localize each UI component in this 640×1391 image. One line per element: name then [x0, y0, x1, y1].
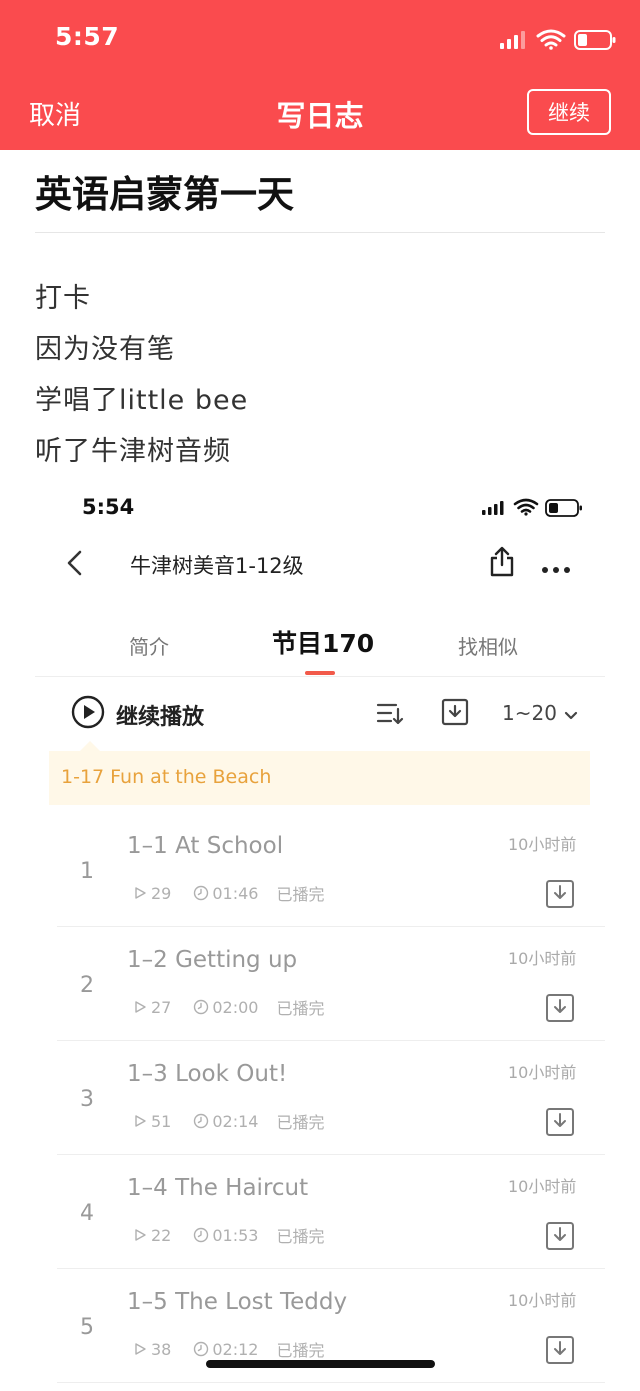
row-divider — [57, 926, 605, 927]
episode-title[interactable]: 1–5 The Lost Teddy — [127, 1289, 347, 1315]
episode-time-ago: 10小时前 — [508, 1063, 577, 1082]
episode-number: 3 — [80, 1087, 94, 1112]
episode-duration: 02:14 — [212, 1111, 259, 1131]
download-icon[interactable] — [441, 698, 469, 732]
download-icon[interactable] — [545, 1221, 575, 1255]
play-circle-icon[interactable] — [70, 694, 110, 734]
play-count-icon — [135, 887, 146, 899]
row-divider — [57, 1040, 605, 1041]
episode-duration: 01:53 — [212, 1225, 259, 1245]
diary-line[interactable]: 学唱了little bee — [35, 378, 248, 417]
episode-title[interactable]: 1–2 Getting up — [127, 947, 297, 973]
diary-title[interactable]: 英语启蒙第一天 — [35, 164, 294, 218]
continue-play-button[interactable]: 继续播放 — [116, 699, 204, 731]
share-icon[interactable] — [487, 546, 517, 582]
episode-meta: 38 02:12 已播完 — [133, 1337, 324, 1361]
clock-icon — [194, 1113, 209, 1129]
wifi-icon — [513, 498, 539, 516]
episode-status: 已播完 — [276, 885, 325, 904]
embedded-status-icons — [480, 498, 586, 522]
tab-episodes[interactable]: 节目170 — [272, 624, 374, 660]
play-count: 51 — [151, 1111, 172, 1131]
tab-indicator — [305, 671, 335, 675]
episode-title[interactable]: 1–3 Look Out! — [127, 1061, 287, 1087]
play-count-icon — [135, 1001, 146, 1013]
continue-button[interactable]: 继续 — [527, 89, 611, 135]
episode-row[interactable]: 3 1–3 Look Out! 10小时前 51 02:14 已播完 — [0, 1049, 640, 1163]
album-title: 牛津树美音1-12级 — [130, 554, 304, 578]
last-played-text[interactable]: 1-17 Fun at the Beach — [61, 766, 271, 788]
episode-row[interactable]: 4 1–4 The Haircut 10小时前 22 01:53 已播完 — [0, 1163, 640, 1277]
play-count-icon — [135, 1115, 146, 1127]
more-icon[interactable] — [541, 559, 571, 578]
clock-icon — [194, 1227, 209, 1243]
clock-icon — [194, 885, 209, 901]
episode-number: 1 — [80, 859, 94, 884]
clock-icon — [194, 1341, 209, 1357]
diary-line[interactable]: 听了牛津树音频 — [35, 429, 231, 468]
battery-icon — [545, 499, 582, 517]
episode-number: 4 — [80, 1201, 94, 1226]
title-divider — [35, 232, 605, 233]
row-divider — [57, 1382, 605, 1383]
episode-row[interactable]: 2 1–2 Getting up 10小时前 27 02:00 已播完 — [0, 935, 640, 1049]
episode-title[interactable]: 1–4 The Haircut — [127, 1175, 308, 1201]
status-icons — [498, 28, 618, 50]
play-count-icon — [135, 1229, 146, 1241]
episode-meta: 29 01:46 已播完 — [133, 881, 324, 905]
episode-duration: 01:46 — [212, 883, 259, 903]
episode-time-ago: 10小时前 — [508, 835, 577, 854]
banner-pointer — [80, 741, 100, 751]
episode-number: 2 — [80, 973, 94, 998]
download-icon[interactable] — [545, 879, 575, 913]
episode-duration: 02:00 — [212, 997, 259, 1017]
diary-line[interactable]: 因为没有笔 — [35, 327, 175, 366]
battery-icon — [574, 30, 616, 50]
episode-time-ago: 10小时前 — [508, 1291, 577, 1310]
episode-time-ago: 10小时前 — [508, 949, 577, 968]
sort-icon[interactable] — [376, 701, 406, 731]
tab-intro[interactable]: 简介 — [129, 631, 169, 660]
row-divider — [57, 1154, 605, 1155]
status-time: 5:57 — [55, 22, 120, 51]
episode-meta: 22 01:53 已播完 — [133, 1223, 324, 1247]
episode-status: 已播完 — [276, 1227, 325, 1246]
clock-icon — [194, 999, 209, 1015]
chevron-down-icon[interactable] — [564, 706, 578, 725]
wifi-icon — [536, 29, 566, 50]
episode-title[interactable]: 1–1 At School — [127, 833, 283, 859]
download-icon[interactable] — [545, 1107, 575, 1141]
download-icon[interactable] — [545, 993, 575, 1027]
episode-number: 5 — [80, 1315, 94, 1340]
play-count: 38 — [151, 1339, 172, 1359]
play-count-icon — [135, 1343, 146, 1355]
play-count: 27 — [151, 997, 172, 1017]
episode-status: 已播完 — [276, 1341, 325, 1360]
episode-row[interactable]: 1 1–1 At School 10小时前 29 01:46 已播完 — [0, 821, 640, 935]
row-divider — [57, 1268, 605, 1269]
episode-meta: 27 02:00 已播完 — [133, 995, 324, 1019]
home-indicator — [206, 1360, 435, 1368]
play-count: 29 — [151, 883, 172, 903]
download-icon[interactable] — [545, 1335, 575, 1369]
tab-divider — [35, 676, 605, 677]
episode-row[interactable]: 5 1–5 The Lost Teddy 10小时前 38 02:12 已播完 — [0, 1277, 640, 1391]
tab-similar[interactable]: 找相似 — [458, 631, 518, 660]
app-header: 5:57 取消 写日志 继续 — [0, 0, 640, 150]
episode-status: 已播完 — [276, 1113, 325, 1132]
diary-line[interactable]: 打卡 — [35, 276, 91, 315]
episode-time-ago: 10小时前 — [508, 1177, 577, 1196]
signal-icon — [500, 31, 525, 49]
episode-status: 已播完 — [276, 999, 325, 1018]
signal-icon — [482, 501, 504, 515]
episode-duration: 02:12 — [212, 1339, 259, 1359]
back-arrow-icon[interactable] — [64, 549, 86, 581]
play-count: 22 — [151, 1225, 172, 1245]
range-select[interactable]: 1~20 — [502, 701, 557, 725]
episode-meta: 51 02:14 已播完 — [133, 1109, 324, 1133]
embedded-status-time: 5:54 — [82, 495, 135, 519]
